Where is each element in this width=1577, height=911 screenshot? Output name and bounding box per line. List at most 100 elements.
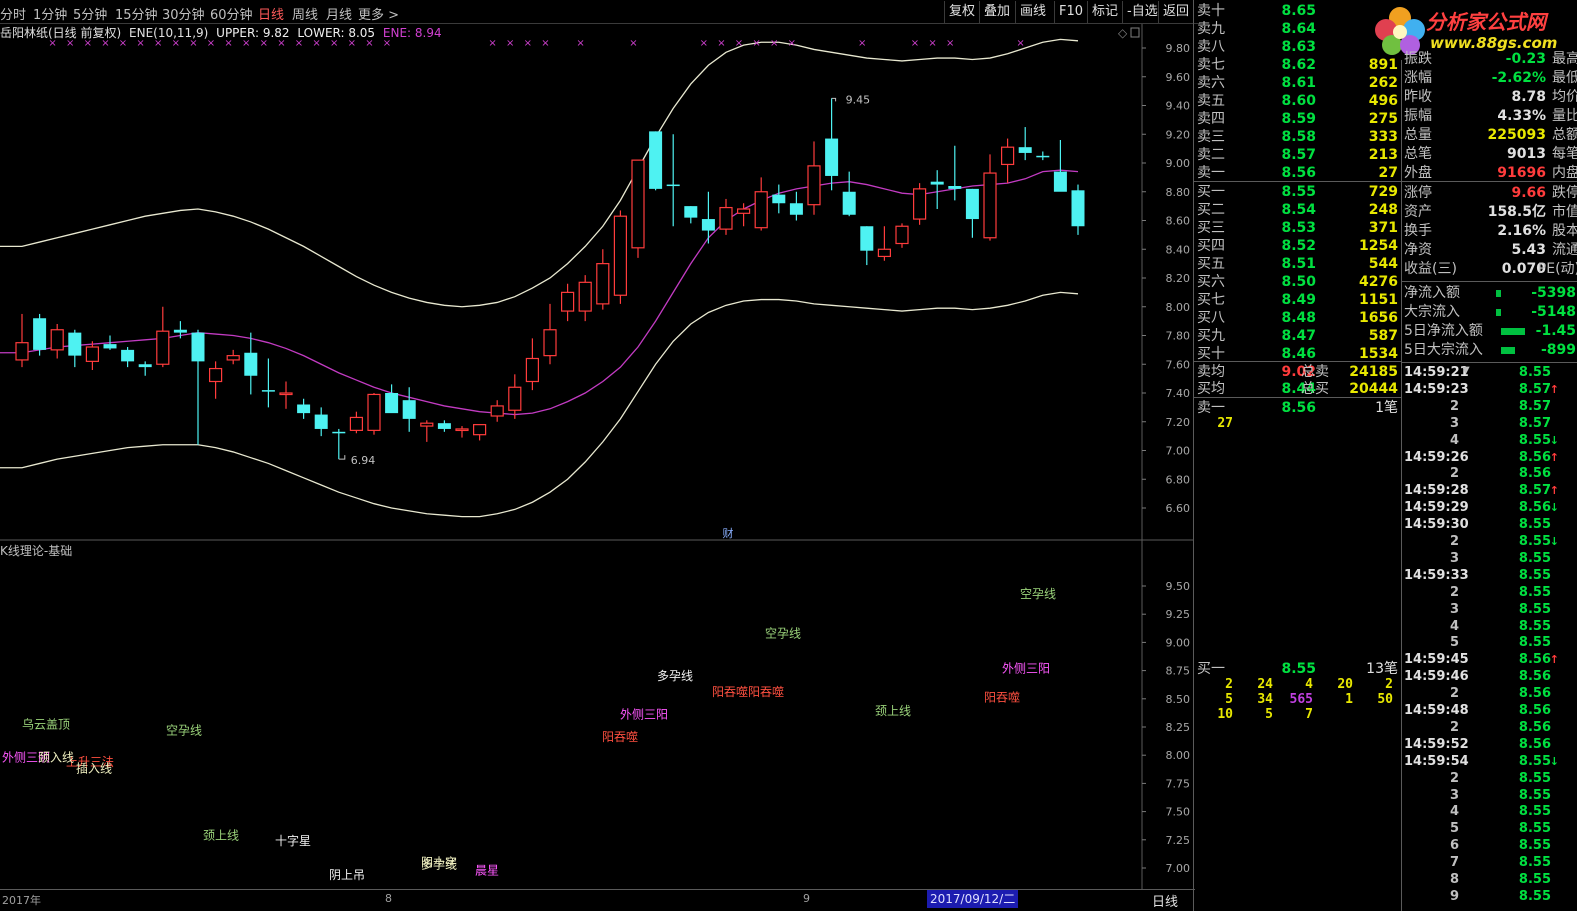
sell-level-3[interactable]: 卖七 8.62 891 <box>1197 56 1402 74</box>
sell-level-6-volume: 275 <box>1368 111 1398 127</box>
sell-level-6[interactable]: 卖四 8.59 275 <box>1197 110 1402 128</box>
tick-time: 14:59:52 <box>1404 736 1469 752</box>
tick-time: 14:59:26 <box>1404 449 1469 465</box>
stat-row-10: 净资 5.43 流通 <box>1404 241 1577 260</box>
tick-price: 8.55 <box>1518 432 1551 448</box>
sell-level-4-volume: 262 <box>1368 75 1398 91</box>
candle-56 <box>1000 138 1015 184</box>
tick-time: 4 <box>1449 618 1459 634</box>
tick-price: 8.55 <box>1518 584 1551 600</box>
stat-label: 振跌 <box>1404 51 1432 67</box>
sub-axis-label: 7.75 <box>1166 777 1191 790</box>
stat-label: 资产 <box>1404 204 1432 220</box>
tick-price: 8.56 <box>1518 719 1551 735</box>
stat-row-8: 资产 158.5亿 市值 <box>1404 203 1577 222</box>
candle-19 <box>349 411 363 434</box>
tick-time: 3 <box>1449 550 1459 566</box>
price-axis-label: 8.00 <box>1166 301 1191 314</box>
candle-body <box>385 393 399 414</box>
candle-body <box>314 414 328 429</box>
sell-level-1[interactable]: 卖九 8.64 <box>1197 20 1402 38</box>
sell-level-0[interactable]: 卖十 8.65 <box>1197 2 1402 20</box>
buy-level-5[interactable]: 买六 8.50 4276 <box>1197 273 1402 291</box>
price-axis-label: 7.60 <box>1166 358 1191 371</box>
high-price-label: 9.45 <box>846 93 871 106</box>
buy-level-2[interactable]: 买三 8.53 371 <box>1197 219 1402 237</box>
stat-label: 昨收 <box>1404 89 1432 105</box>
buy-level-0[interactable]: 买一 8.55 729 <box>1197 183 1402 201</box>
buy-level-9-label: 买十 <box>1197 346 1225 362</box>
candle-body <box>666 184 680 187</box>
sell-level-8-price: 8.57 <box>1281 147 1316 163</box>
sell-level-5[interactable]: 卖五 8.60 496 <box>1197 92 1402 110</box>
tick-scroll-icon[interactable]: ▼ <box>1462 365 1470 376</box>
candle-body <box>420 422 434 427</box>
buy-level-6[interactable]: 买七 8.49 1151 <box>1197 291 1402 309</box>
buy-level-7-price: 8.48 <box>1281 310 1316 326</box>
date-label-year: 2017年 <box>2 894 41 907</box>
pattern-label-7: 十字星 <box>275 833 311 848</box>
tick-price: 8.55 <box>1518 635 1551 651</box>
period-label[interactable]: 日线 <box>1152 891 1178 910</box>
lower-band-line <box>0 291 1079 518</box>
candle-body <box>349 416 363 431</box>
tick-price: 8.55 <box>1518 872 1551 887</box>
candle-8 <box>156 306 170 368</box>
signal-marker: × <box>383 38 391 49</box>
buy-level-7[interactable]: 买八 8.48 1656 <box>1197 309 1402 327</box>
buy-level-9[interactable]: 买十 8.46 1534 <box>1197 345 1402 363</box>
buy-level-8[interactable]: 买九 8.47 587 <box>1197 327 1402 345</box>
buy1-queue-queue-item: 5 <box>1225 692 1233 707</box>
sell-level-7[interactable]: 卖三 8.58 333 <box>1197 128 1402 146</box>
stat-value: 4.33% <box>1497 108 1546 124</box>
buy-level-3[interactable]: 买四 8.52 1254 <box>1197 237 1402 255</box>
sell-level-8[interactable]: 卖二 8.57 213 <box>1197 146 1402 164</box>
flow-value: -899 <box>1540 342 1576 358</box>
tick-time: 14:59:48 <box>1404 703 1469 718</box>
candle-18 <box>332 428 346 460</box>
candle-body <box>244 352 258 376</box>
low-price-label: 6.94 <box>351 454 376 467</box>
signal-marker: × <box>770 38 778 49</box>
candle-body <box>173 329 187 333</box>
sub-chart-title: K线理论-基础 <box>0 544 73 558</box>
stat-label: 振幅 <box>1404 108 1432 124</box>
signal-marker: × <box>735 38 743 49</box>
sell-level-9[interactable]: 卖一 8.56 27 <box>1197 164 1402 182</box>
stat-row-5: 总笔 9013 每笔 <box>1404 145 1577 164</box>
tick-price: 8.55 <box>1518 855 1551 871</box>
pattern-label-6: 颈上线 <box>203 828 239 842</box>
candle-body <box>297 404 311 414</box>
signal-marker: × <box>365 38 373 49</box>
sell-level-4[interactable]: 卖六 8.61 262 <box>1197 74 1402 92</box>
candle-body <box>807 165 821 206</box>
tick-time: 5 <box>1449 635 1459 651</box>
flow-bar <box>1496 309 1501 316</box>
candle-body <box>772 194 786 204</box>
buy-level-0-volume: 729 <box>1368 184 1398 200</box>
date-axis-bar: 2017年 8 9 2017/09/12/二 日线 <box>0 889 1195 911</box>
flow-value: -5148 <box>1531 304 1576 320</box>
buy1-queue-queue-item: 2 <box>1385 677 1393 692</box>
sell1-queue-price: 8.56 <box>1281 400 1316 416</box>
flow-row-2: 5日净流入额 -1.45 <box>1404 322 1576 341</box>
date-cursor-badge: 2017/09/12/二 <box>927 890 1019 908</box>
kline-chart[interactable]: 9.80 9.60 9.40 9.20 9.00 8.80 8.60 8.40 8.20 8.00… <box>0 0 1195 911</box>
stat-right-label: 量比 <box>1552 108 1577 124</box>
candle-42 <box>754 177 768 231</box>
buy-level-1[interactable]: 买二 8.54 248 <box>1197 201 1402 219</box>
tick-time: 2 <box>1449 466 1459 482</box>
tick-price: 8.57 <box>1518 415 1551 431</box>
buy-level-4[interactable]: 买五 8.51 544 <box>1197 255 1402 273</box>
candle-body <box>103 344 117 349</box>
tick-row-22: 14:59:52 8.56 <box>1404 736 1559 753</box>
flow-bar <box>1501 328 1525 335</box>
tick-row-9: 14:59:30 8.55 <box>1404 516 1559 533</box>
sell-level-2[interactable]: 卖八 8.63 <box>1197 38 1402 56</box>
tick-row-23: 14:59:54 8.55 ↓ <box>1404 753 1559 770</box>
candle-24 <box>437 420 451 432</box>
flow-row-0: 净流入额 -5398 <box>1404 284 1576 303</box>
candle-body <box>50 329 64 351</box>
diamond-icon: ◇ <box>1118 26 1128 40</box>
stat-right-label: 市值 <box>1552 204 1577 220</box>
